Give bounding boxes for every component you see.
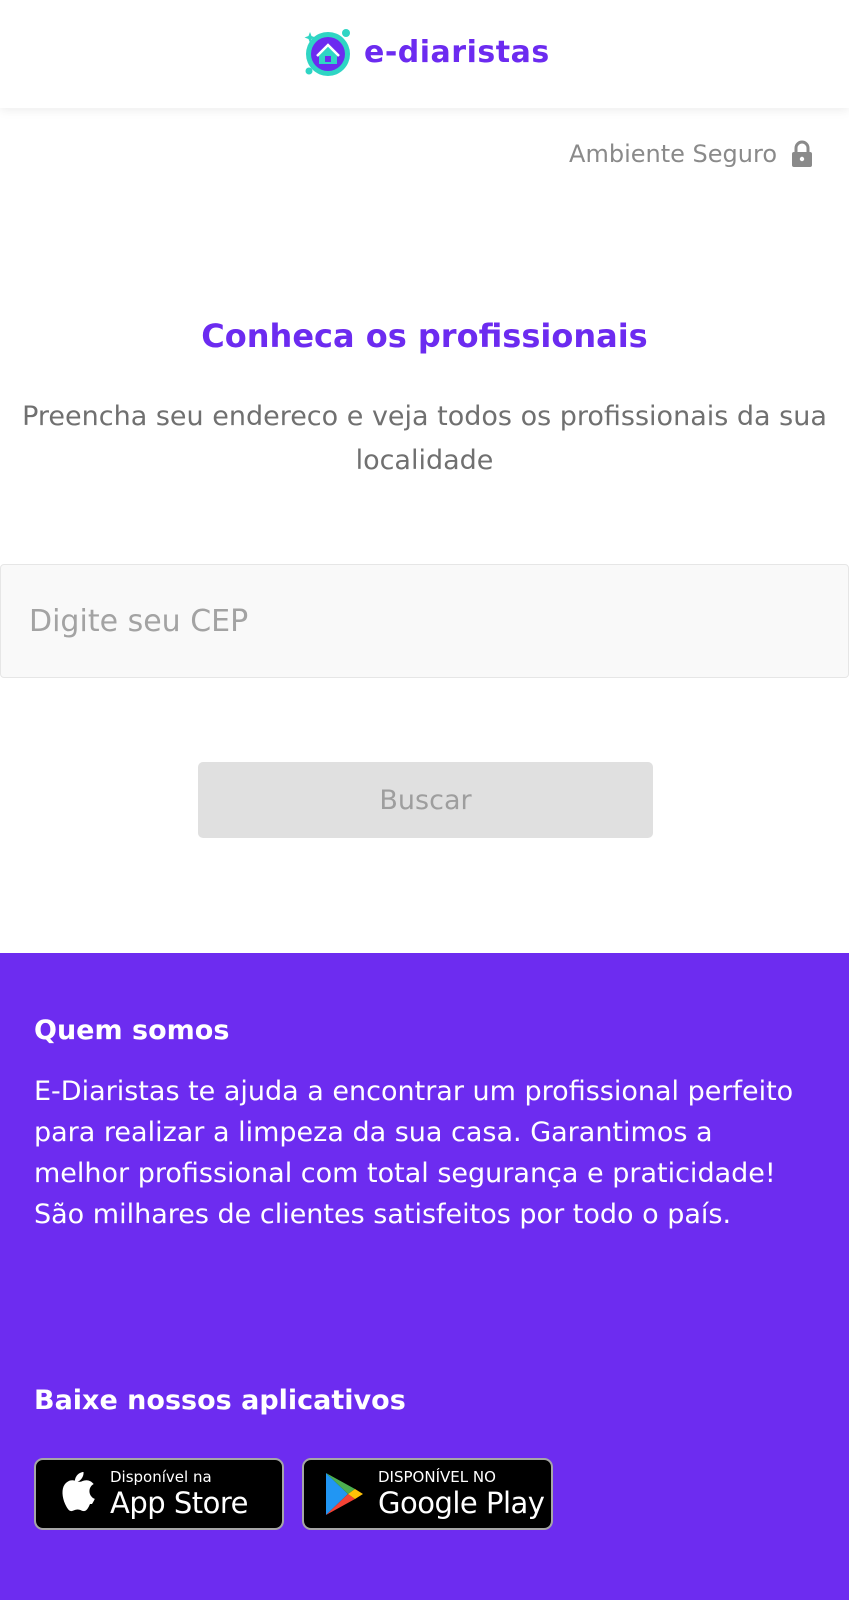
app-store-small-text: Disponível na: [110, 1467, 212, 1486]
google-play-icon: [326, 1473, 363, 1515]
search-button[interactable]: Buscar: [198, 762, 653, 838]
google-play-big-text: Google Play: [378, 1485, 545, 1520]
brand-name: e-diaristas: [364, 34, 550, 70]
google-play-small-text: DISPONÍVEL NO: [378, 1467, 496, 1486]
app-store-big-text: App Store: [110, 1485, 249, 1520]
logo-house-icon: [304, 29, 350, 76]
brand-logo[interactable]: e-diaristas: [300, 22, 550, 82]
about-title: Quem somos: [34, 1015, 230, 1046]
footer: Quem somos E-Diaristas te ajuda a encont…: [0, 953, 849, 1600]
about-text: E-Diaristas te ajuda a encontrar um prof…: [34, 1076, 794, 1230]
top-header: e-diaristas: [0, 0, 849, 108]
lock-icon: [792, 140, 812, 167]
google-play-badge[interactable]: DISPONÍVEL NO Google Play: [302, 1458, 553, 1530]
page-title: Conheca os profissionais: [201, 317, 648, 356]
cep-field-container: [0, 564, 849, 678]
secure-environment-indicator: Ambiente Seguro: [569, 140, 813, 168]
apps-title: Baixe nossos aplicativos: [34, 1385, 406, 1416]
secure-label: Ambiente Seguro: [569, 140, 777, 168]
app-store-badge[interactable]: Disponível na App Store: [34, 1458, 284, 1530]
cep-input[interactable]: [1, 565, 848, 677]
page-subtitle: Preencha seu endereco e veja todos os pr…: [22, 401, 827, 476]
apple-icon: [62, 1472, 95, 1512]
